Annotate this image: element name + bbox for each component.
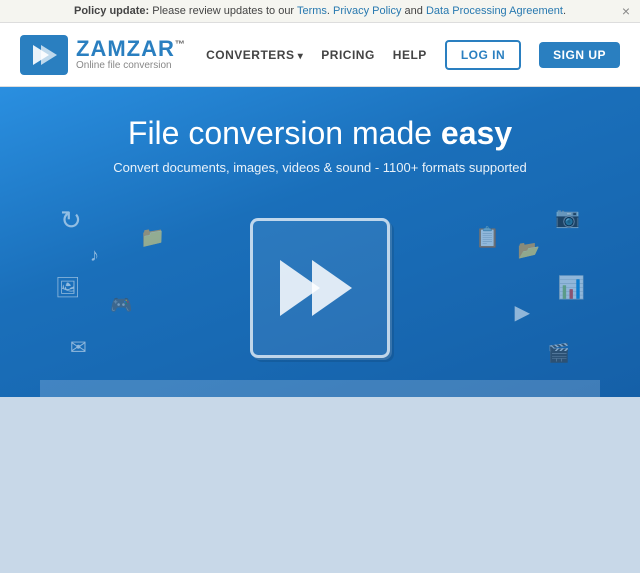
play-arrow-2 bbox=[312, 260, 352, 316]
login-button[interactable]: LOG IN bbox=[445, 40, 521, 70]
logo-text: ZAMZAR™ Online file conversion bbox=[76, 38, 186, 71]
doodle-refresh-icon: ↻ bbox=[60, 205, 82, 236]
doodle-mail-icon: ✉ bbox=[70, 335, 87, 360]
doodle-camera-icon: 📷 bbox=[555, 205, 580, 230]
dpa-link[interactable]: Data Processing Agreement bbox=[426, 5, 563, 17]
policy-text: Policy update: Please review updates to … bbox=[74, 5, 566, 17]
doodle-gameboy-icon: 🎮 bbox=[110, 295, 132, 316]
logo-tagline: Online file conversion bbox=[76, 60, 186, 71]
signup-button[interactable]: SIGN UP bbox=[539, 42, 620, 68]
play-box bbox=[250, 218, 390, 358]
logo-brand: ZAMZAR™ bbox=[76, 38, 186, 60]
logo-area: ZAMZAR™ Online file conversion bbox=[20, 35, 206, 75]
doodle-chart-icon: 📊 bbox=[558, 275, 585, 301]
steps-section: 1 ⬆ Add Files... Drag & drop files, or s… bbox=[40, 380, 600, 397]
header: ZAMZAR™ Online file conversion CONVERTER… bbox=[0, 23, 640, 87]
doodle-film-icon: 🎬 bbox=[548, 343, 570, 364]
nav: CONVERTERS PRICING HELP LOG IN SIGN UP bbox=[206, 40, 620, 70]
logo-icon bbox=[20, 35, 68, 75]
nav-help[interactable]: HELP bbox=[393, 48, 427, 62]
doodle-folder-icon: 📁 bbox=[140, 225, 165, 250]
doodle-folder2-icon: 📂 bbox=[518, 240, 540, 261]
doodle-copy-icon: 📋 bbox=[475, 225, 500, 250]
policy-bar: Policy update: Please review updates to … bbox=[0, 0, 640, 23]
doodle-area: ↻ ♪ 🖼 🎮 📁 ✉ 📷 📂 📊 ▶ 📋 🎬 bbox=[40, 195, 600, 380]
hero-section: File conversion made easy Convert docume… bbox=[0, 87, 640, 397]
doodle-music-icon: ♪ bbox=[90, 245, 99, 266]
hero-title: File conversion made easy bbox=[40, 115, 600, 152]
doodle-image-icon: 🖼 bbox=[55, 275, 80, 300]
terms-link[interactable]: Terms bbox=[297, 5, 327, 17]
doodle-play-icon: ▶ bbox=[515, 300, 530, 325]
hero-subtitle: Convert documents, images, videos & soun… bbox=[40, 160, 600, 175]
nav-pricing[interactable]: PRICING bbox=[321, 48, 375, 62]
policy-close-icon[interactable]: × bbox=[622, 3, 630, 19]
nav-converters[interactable]: CONVERTERS bbox=[206, 48, 303, 62]
privacy-link[interactable]: Privacy Policy bbox=[333, 5, 401, 17]
play-arrows bbox=[288, 260, 352, 316]
